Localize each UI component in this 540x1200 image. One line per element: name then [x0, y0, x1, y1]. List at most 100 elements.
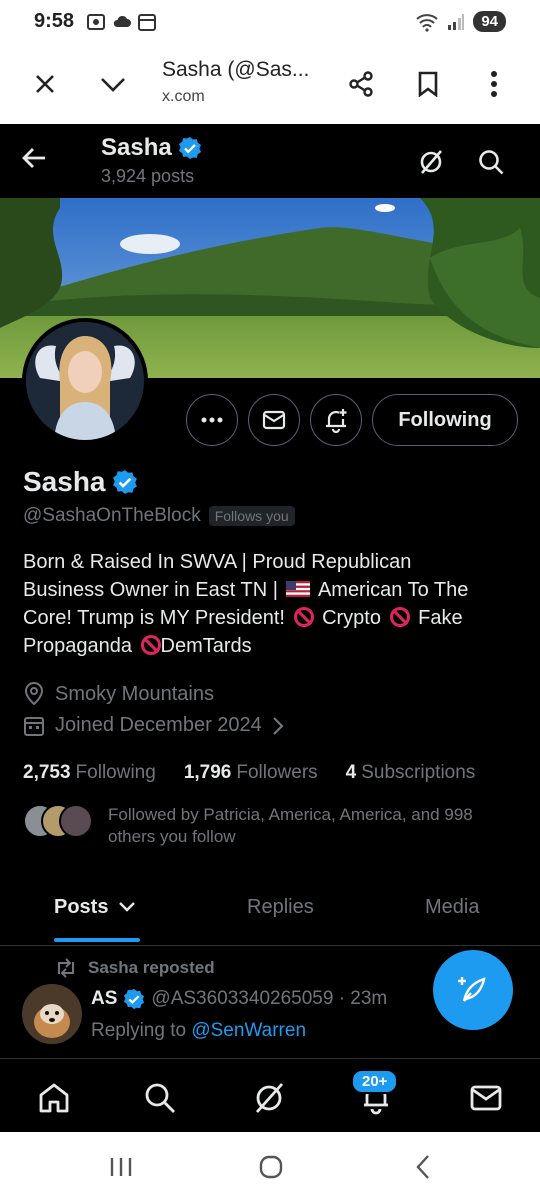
- profile-handle-row: @SashaOnTheBlock Follows you: [23, 505, 295, 527]
- header-posts-count: 3,924 posts: [101, 166, 195, 186]
- bottom-nav: 20+: [0, 1058, 540, 1132]
- avatar-image: [26, 322, 144, 440]
- bio-line: Born & Raised In SWVA | Proud Republican: [23, 551, 412, 573]
- repost-indicator: Sasha reposted: [54, 958, 215, 978]
- location-text: Smoky Mountains: [55, 682, 214, 705]
- bio-line: Business Owner in East TN | American To …: [23, 576, 523, 604]
- overflow-menu-button[interactable]: [474, 64, 514, 104]
- nav-search[interactable]: [137, 1075, 183, 1121]
- minimize-tab-button[interactable]: [93, 64, 133, 104]
- prohibited-icon: [293, 607, 314, 627]
- notify-button[interactable]: [310, 394, 362, 446]
- back-button[interactable]: [20, 144, 56, 180]
- mail-icon: [262, 410, 286, 430]
- bio-text: DemTards: [160, 635, 252, 657]
- message-button[interactable]: [248, 394, 300, 446]
- profile-stats: 2,753 Following 1,796 Followers 4 Subscript…: [23, 762, 475, 784]
- prohibited-icon: [389, 607, 410, 627]
- header-name-row: Sasha: [101, 134, 202, 162]
- more-options-button[interactable]: [186, 394, 238, 446]
- post-avatar[interactable]: [22, 984, 82, 1044]
- tab-replies[interactable]: Replies: [247, 896, 314, 919]
- replying-prefix: Replying to: [91, 1020, 187, 1041]
- verified-badge-icon: [112, 470, 137, 494]
- home-icon: [39, 1083, 69, 1113]
- share-button[interactable]: [341, 64, 381, 104]
- home-circle-icon: [259, 1155, 283, 1179]
- active-tab-indicator: [54, 938, 140, 942]
- chevron-right-icon: [273, 716, 284, 735]
- subscriptions-count: 4: [345, 762, 357, 783]
- bookmark-icon: [418, 71, 438, 97]
- recents-button[interactable]: [106, 1152, 136, 1182]
- replying-to-link[interactable]: @SenWarren: [191, 1020, 306, 1041]
- post-handle-time: @AS3603340265059 · 23m: [151, 988, 388, 1009]
- search-button[interactable]: [471, 142, 511, 182]
- profile-header: Sasha 3,924 posts: [0, 124, 540, 198]
- following-label: Following: [75, 762, 156, 783]
- chevron-down-icon: [119, 902, 135, 912]
- followers-count: 1,796: [183, 762, 232, 783]
- grok-icon: [420, 150, 442, 174]
- back-chevron-icon: [416, 1155, 429, 1179]
- compose-post-button[interactable]: [433, 950, 513, 1030]
- subscriptions-stat[interactable]: 4 Subscriptions: [346, 762, 476, 784]
- profile-bio: Born & Raised In SWVA | Proud Republican…: [23, 548, 523, 660]
- tab-posts[interactable]: Posts: [54, 896, 136, 919]
- tab-label: Posts: [54, 896, 109, 918]
- battery-level: 94: [473, 11, 506, 32]
- subscriptions-label: Subscriptions: [361, 762, 476, 783]
- status-icons: [86, 12, 156, 32]
- status-bar: 9:58 94: [0, 0, 540, 44]
- bookmark-button[interactable]: [408, 64, 448, 104]
- repost-label: Sasha reposted: [88, 958, 215, 977]
- more-horizontal-icon: [201, 417, 223, 423]
- back-system-button[interactable]: [408, 1152, 438, 1182]
- signal-icon: [448, 13, 465, 30]
- nav-grok[interactable]: [246, 1075, 292, 1121]
- bio-text: Crypto: [322, 607, 381, 629]
- nav-home[interactable]: [31, 1075, 77, 1121]
- close-tab-button[interactable]: [25, 64, 65, 104]
- home-system-button[interactable]: [256, 1152, 286, 1182]
- grok-button[interactable]: [411, 142, 451, 182]
- joined-text: Joined December 2024: [55, 714, 262, 736]
- nav-messages[interactable]: [463, 1075, 509, 1121]
- profile-tabs: Posts Replies Media: [0, 880, 540, 946]
- profile-handle: @SashaOnTheBlock: [23, 505, 201, 526]
- wifi-icon: [416, 13, 438, 32]
- profile-avatar[interactable]: [22, 318, 148, 444]
- grok-icon: [255, 1083, 284, 1113]
- verified-badge-icon: [124, 988, 145, 1010]
- header-name: Sasha: [101, 134, 172, 161]
- followers-stat[interactable]: 1,796 Followers: [184, 762, 318, 784]
- profile-joined[interactable]: Joined December 2024: [23, 714, 284, 737]
- more-vertical-icon: [491, 71, 497, 97]
- share-icon: [349, 71, 373, 97]
- followed-by-text: Followed by Patricia, America, America, …: [108, 805, 473, 846]
- tab-media[interactable]: Media: [425, 896, 479, 919]
- status-time: 9:58: [34, 10, 75, 32]
- bell-plus-icon: [326, 409, 347, 433]
- avatar: [59, 804, 93, 838]
- following-button[interactable]: Following: [372, 394, 518, 446]
- bio-text: Propaganda: [23, 635, 132, 657]
- dog-avatar-image: [22, 984, 82, 1044]
- chevron-down-icon: [101, 78, 125, 92]
- bio-line: Propaganda DemTards: [23, 632, 523, 660]
- close-icon: [36, 75, 54, 93]
- following-stat[interactable]: 2,753 Following: [23, 762, 156, 784]
- recents-icon: [110, 1158, 132, 1176]
- post-author[interactable]: AS: [91, 988, 117, 1010]
- search-icon: [479, 150, 504, 175]
- mail-icon: [470, 1085, 502, 1111]
- page-title-block: Sasha (@Sas... x.com: [162, 58, 322, 106]
- post-header: AS @AS3603340265059 · 23m: [91, 988, 387, 1010]
- bio-text: Business Owner in East TN |: [23, 579, 278, 601]
- bio-line: Core! Trump is MY President! Crypto Fake: [23, 604, 523, 632]
- profile-name: Sasha: [23, 466, 106, 497]
- back-arrow-icon: [22, 148, 45, 168]
- following-count: 2,753: [23, 762, 71, 783]
- browser-url: x.com: [162, 88, 205, 105]
- calendar-status-icon: [138, 14, 156, 31]
